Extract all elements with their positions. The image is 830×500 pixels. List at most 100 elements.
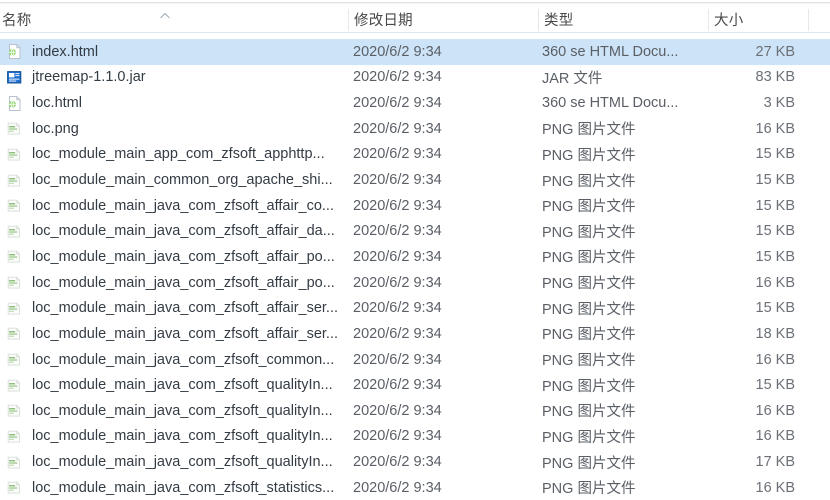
file-date-label: 2020/6/2 9:34 — [353, 274, 442, 291]
file-size-label: 16 KB — [755, 274, 796, 291]
png-file-icon — [6, 197, 23, 214]
file-name-cell[interactable]: loc_module_main_java_com_zfsoft_affair_s… — [4, 295, 348, 321]
file-date-label: 2020/6/2 9:34 — [353, 146, 442, 163]
png-file-icon — [6, 377, 23, 394]
file-type-cell: PNG 图片文件 — [542, 244, 708, 270]
column-divider-date-type[interactable] — [538, 9, 539, 31]
file-date-label: 2020/6/2 9:34 — [353, 454, 442, 471]
file-type-label: 360 se HTML Docu... — [542, 43, 679, 60]
table-row[interactable]: loc_module_main_java_com_zfsoft_affair_c… — [0, 193, 830, 219]
file-type-cell: JAR 文件 — [542, 65, 708, 91]
file-date-cell: 2020/6/2 9:34 — [353, 142, 538, 168]
file-name-cell[interactable]: loc_module_main_java_com_zfsoft_qualityI… — [4, 398, 348, 424]
table-row[interactable]: loc_module_main_java_com_zfsoft_statisti… — [0, 475, 830, 500]
table-row[interactable]: loc.png 2020/6/2 9:34 PNG 图片文件 16 KB — [0, 116, 830, 142]
file-size-cell: 15 KB — [700, 372, 796, 398]
column-header-name-label: 名称 — [2, 12, 32, 29]
file-size-label: 18 KB — [755, 325, 796, 342]
table-row[interactable]: loc_module_main_java_com_zfsoft_affair_p… — [0, 244, 830, 270]
table-row[interactable]: loc_module_main_app_com_zfsoft_apphttp..… — [0, 142, 830, 168]
file-date-cell: 2020/6/2 9:34 — [353, 475, 538, 500]
file-name-label: loc_module_main_java_com_zfsoft_qualityI… — [32, 428, 333, 445]
file-name-label: loc_module_main_java_com_zfsoft_affair_s… — [32, 300, 339, 317]
column-header-date[interactable]: 修改日期 — [350, 5, 538, 33]
file-name-cell[interactable]: loc_module_main_common_org_apache_shi... — [4, 167, 348, 193]
file-name-cell[interactable]: loc_module_main_app_com_zfsoft_apphttp..… — [4, 142, 348, 168]
file-name-cell[interactable]: loc_module_main_java_com_zfsoft_affair_p… — [4, 244, 348, 270]
file-size-cell: 27 KB — [700, 39, 796, 65]
column-divider-size-end[interactable] — [808, 9, 809, 31]
file-name-cell[interactable]: loc_module_main_java_com_zfsoft_qualityI… — [4, 424, 348, 450]
file-name-cell[interactable]: loc_module_main_java_com_zfsoft_affair_p… — [4, 270, 348, 296]
table-row[interactable]: loc_module_main_java_com_zfsoft_qualityI… — [0, 424, 830, 450]
file-type-label: PNG 图片文件 — [542, 250, 636, 267]
file-type-label: PNG 图片文件 — [542, 378, 636, 395]
file-name-cell[interactable]: loc.png — [4, 116, 348, 142]
file-explorer-details-view: 名称 修改日期 类型 大小 index.html 2020/6/2 9:34 360… — [0, 0, 830, 500]
header-bottom-border — [0, 32, 830, 33]
table-row[interactable]: loc_module_main_java_com_zfsoft_affair_s… — [0, 321, 830, 347]
file-type-label: PNG 图片文件 — [542, 481, 636, 498]
file-date-cell: 2020/6/2 9:34 — [353, 270, 538, 296]
png-file-icon — [6, 146, 23, 163]
table-row[interactable]: loc_module_main_common_org_apache_shi...… — [0, 167, 830, 193]
column-header-name[interactable]: 名称 — [0, 5, 348, 33]
column-header-type[interactable]: 类型 — [540, 5, 708, 33]
file-name-label: jtreemap-1.1.0.jar — [32, 69, 146, 86]
file-name-cell[interactable]: loc_module_main_java_com_zfsoft_statisti… — [4, 475, 348, 500]
file-type-label: PNG 图片文件 — [542, 224, 636, 241]
file-type-cell: PNG 图片文件 — [542, 270, 708, 296]
table-row[interactable]: loc_module_main_java_com_zfsoft_qualityI… — [0, 449, 830, 475]
file-name-cell[interactable]: loc_module_main_java_com_zfsoft_affair_s… — [4, 321, 348, 347]
file-type-label: PNG 图片文件 — [542, 455, 636, 472]
png-file-icon — [6, 120, 23, 137]
file-size-label: 83 KB — [755, 69, 796, 86]
file-name-cell[interactable]: loc_module_main_java_com_zfsoft_qualityI… — [4, 372, 348, 398]
table-row[interactable]: loc_module_main_java_com_zfsoft_common..… — [0, 347, 830, 373]
file-date-cell: 2020/6/2 9:34 — [353, 90, 538, 116]
table-row[interactable]: loc_module_main_java_com_zfsoft_qualityI… — [0, 372, 830, 398]
file-date-label: 2020/6/2 9:34 — [353, 351, 442, 368]
png-file-icon — [6, 274, 23, 291]
column-header-row: 名称 修改日期 类型 大小 — [0, 5, 830, 33]
file-type-label: PNG 图片文件 — [542, 404, 636, 421]
file-size-label: 16 KB — [755, 479, 796, 496]
file-name-cell[interactable]: loc_module_main_java_com_zfsoft_affair_c… — [4, 193, 348, 219]
file-name-label: loc_module_main_java_com_zfsoft_affair_d… — [32, 223, 335, 240]
column-divider-name-date[interactable] — [348, 9, 349, 31]
column-header-size[interactable]: 大小 — [710, 5, 808, 33]
file-size-cell: 83 KB — [700, 65, 796, 91]
file-name-label: index.html — [32, 43, 99, 60]
file-type-label: PNG 图片文件 — [542, 429, 636, 446]
table-row[interactable]: jtreemap-1.1.0.jar 2020/6/2 9:34 JAR 文件 83 … — [0, 65, 830, 91]
file-name-cell[interactable]: loc.html — [4, 90, 348, 116]
table-row[interactable]: loc_module_main_java_com_zfsoft_affair_p… — [0, 270, 830, 296]
file-name-cell[interactable]: index.html — [4, 39, 348, 65]
column-divider-type-size[interactable] — [708, 9, 709, 31]
table-row[interactable]: loc_module_main_java_com_zfsoft_affair_d… — [0, 218, 830, 244]
file-size-cell: 15 KB — [700, 244, 796, 270]
table-row[interactable]: loc_module_main_java_com_zfsoft_qualityI… — [0, 398, 830, 424]
file-name-cell[interactable]: jtreemap-1.1.0.jar — [4, 65, 348, 91]
file-name-cell[interactable]: loc_module_main_java_com_zfsoft_affair_d… — [4, 218, 348, 244]
file-date-cell: 2020/6/2 9:34 — [353, 116, 538, 142]
table-row[interactable]: loc.html 2020/6/2 9:34 360 se HTML Docu...… — [0, 90, 830, 116]
file-list[interactable]: index.html 2020/6/2 9:34 360 se HTML Docu.… — [0, 39, 830, 500]
file-name-label: loc_module_main_java_com_zfsoft_affair_c… — [32, 197, 334, 214]
file-size-label: 3 KB — [763, 95, 795, 112]
file-type-label: 360 se HTML Docu... — [542, 95, 679, 112]
file-name-cell[interactable]: loc_module_main_java_com_zfsoft_qualityI… — [4, 449, 348, 475]
file-type-label: JAR 文件 — [542, 70, 603, 87]
table-row[interactable]: loc_module_main_java_com_zfsoft_affair_s… — [0, 295, 830, 321]
file-size-label: 16 KB — [755, 351, 796, 368]
file-date-cell: 2020/6/2 9:34 — [353, 398, 538, 424]
file-date-label: 2020/6/2 9:34 — [353, 325, 442, 342]
file-name-label: loc_module_main_java_com_zfsoft_statisti… — [32, 479, 335, 496]
file-name-label: loc_module_main_app_com_zfsoft_apphttp..… — [32, 146, 325, 163]
file-name-label: loc_module_main_java_com_zfsoft_qualityI… — [32, 377, 333, 394]
column-header-type-label: 类型 — [544, 12, 574, 29]
file-name-cell[interactable]: loc_module_main_java_com_zfsoft_common..… — [4, 347, 348, 373]
file-date-label: 2020/6/2 9:34 — [353, 197, 442, 214]
file-name-label: loc_module_main_java_com_zfsoft_affair_s… — [32, 325, 339, 342]
table-row[interactable]: index.html 2020/6/2 9:34 360 se HTML Docu.… — [0, 39, 830, 65]
